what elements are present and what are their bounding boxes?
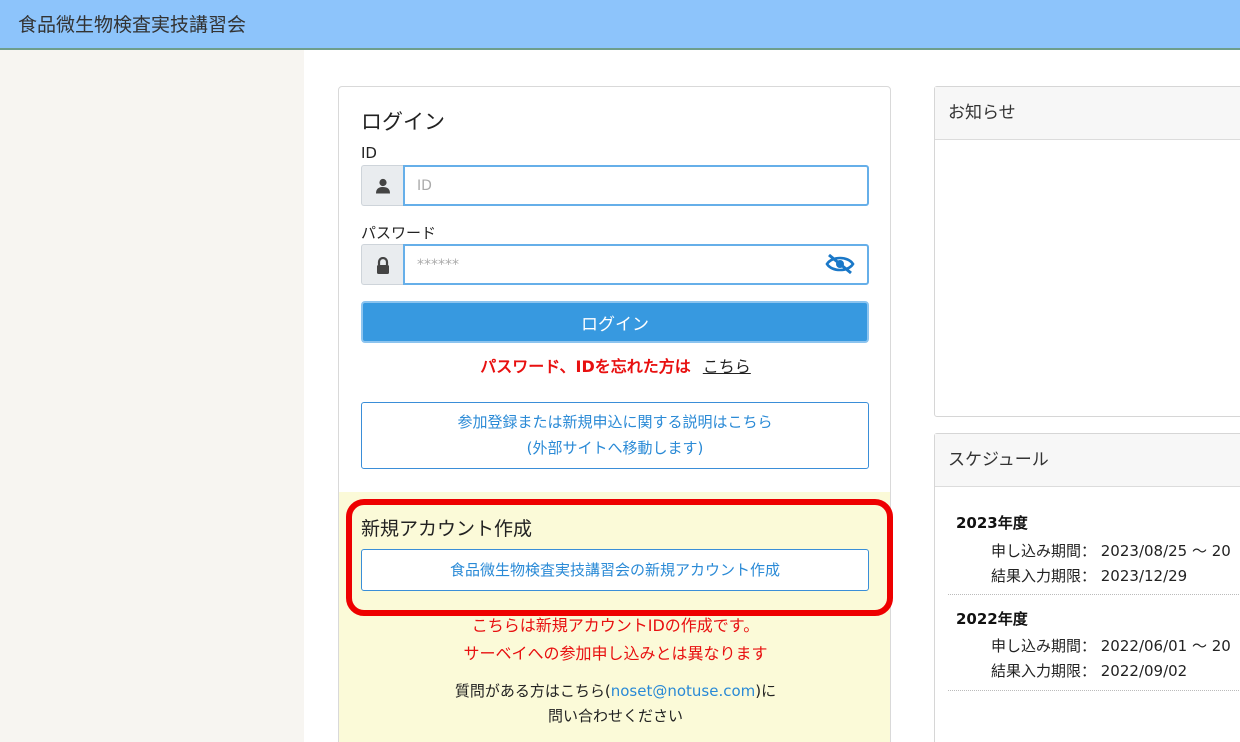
schedule-title: スケジュール	[935, 434, 1240, 487]
new-account-title: 新規アカウント作成	[361, 518, 533, 540]
news-title: お知らせ	[935, 87, 1240, 140]
new-account-note2: サーベイへの参加申し込みとは異なります	[463, 644, 768, 663]
left-sidebar	[0, 50, 304, 742]
schedule-deadline: 結果入力期限： 2022/09/02	[991, 662, 1188, 680]
info-line1: 参加登録または新規申込に関する説明はこちら	[457, 413, 773, 431]
contact-prefix: 質問がある方はこちら(	[454, 682, 611, 700]
schedule-divider	[948, 594, 1240, 595]
schedule-divider	[948, 690, 1240, 691]
id-input-group	[361, 165, 869, 206]
user-icon	[361, 165, 403, 206]
contact-suffix: )に	[755, 682, 777, 700]
login-title: ログイン	[361, 110, 445, 134]
registration-info-button[interactable]: 参加登録または新規申込に関する説明はこちら (外部サイトへ移動します)	[361, 402, 869, 469]
new-account-section: 新規アカウント作成 食品微生物検査実技講習会の新規アカウント作成 こちらは新規ア…	[339, 492, 890, 742]
schedule-apply-period: 申し込み期間： 2022/06/01 ～ 20	[991, 637, 1231, 655]
password-label: パスワード	[361, 224, 437, 242]
login-card: ログイン ID パスワード ログイン パスワード、IDを忘れた方はこちら 参加登…	[338, 86, 891, 742]
schedule-deadline: 結果入力期限： 2023/12/29	[991, 567, 1188, 585]
password-input[interactable]	[403, 244, 869, 285]
info-line2: (外部サイトへ移動します)	[526, 439, 704, 457]
new-account-note1: こちらは新規アカウントIDの作成です。	[471, 616, 760, 635]
eye-slash-icon[interactable]	[825, 253, 855, 275]
password-input-group	[361, 244, 869, 285]
lock-icon	[361, 244, 403, 285]
contact-line2: 問い合わせください	[547, 707, 683, 725]
forgot-text: パスワード、IDを忘れた方は	[480, 357, 691, 376]
news-panel: お知らせ	[934, 86, 1240, 417]
create-account-button[interactable]: 食品微生物検査実技講習会の新規アカウント作成	[361, 549, 869, 591]
forgot-link[interactable]: こちら	[703, 357, 751, 376]
schedule-panel: スケジュール 2023年度 申し込み期間： 2023/08/25 ～ 20 結果…	[934, 433, 1240, 742]
schedule-apply-period: 申し込み期間： 2023/08/25 ～ 20	[991, 542, 1231, 560]
contact-email-link[interactable]: noset@notuse.com	[611, 682, 756, 700]
forgot-password: パスワード、IDを忘れた方は こちら	[339, 353, 890, 377]
app-title: 食品微生物検査実技講習会	[18, 14, 247, 36]
contact-line1: 質問がある方はこちら(noset@notuse.com)に	[339, 680, 890, 701]
app-header: 食品微生物検査実技講習会	[0, 0, 1240, 50]
schedule-year: 2022年度	[956, 610, 1028, 628]
login-button[interactable]: ログイン	[361, 301, 869, 343]
id-input[interactable]	[403, 165, 869, 206]
schedule-year: 2023年度	[956, 514, 1028, 532]
id-label: ID	[361, 144, 377, 162]
